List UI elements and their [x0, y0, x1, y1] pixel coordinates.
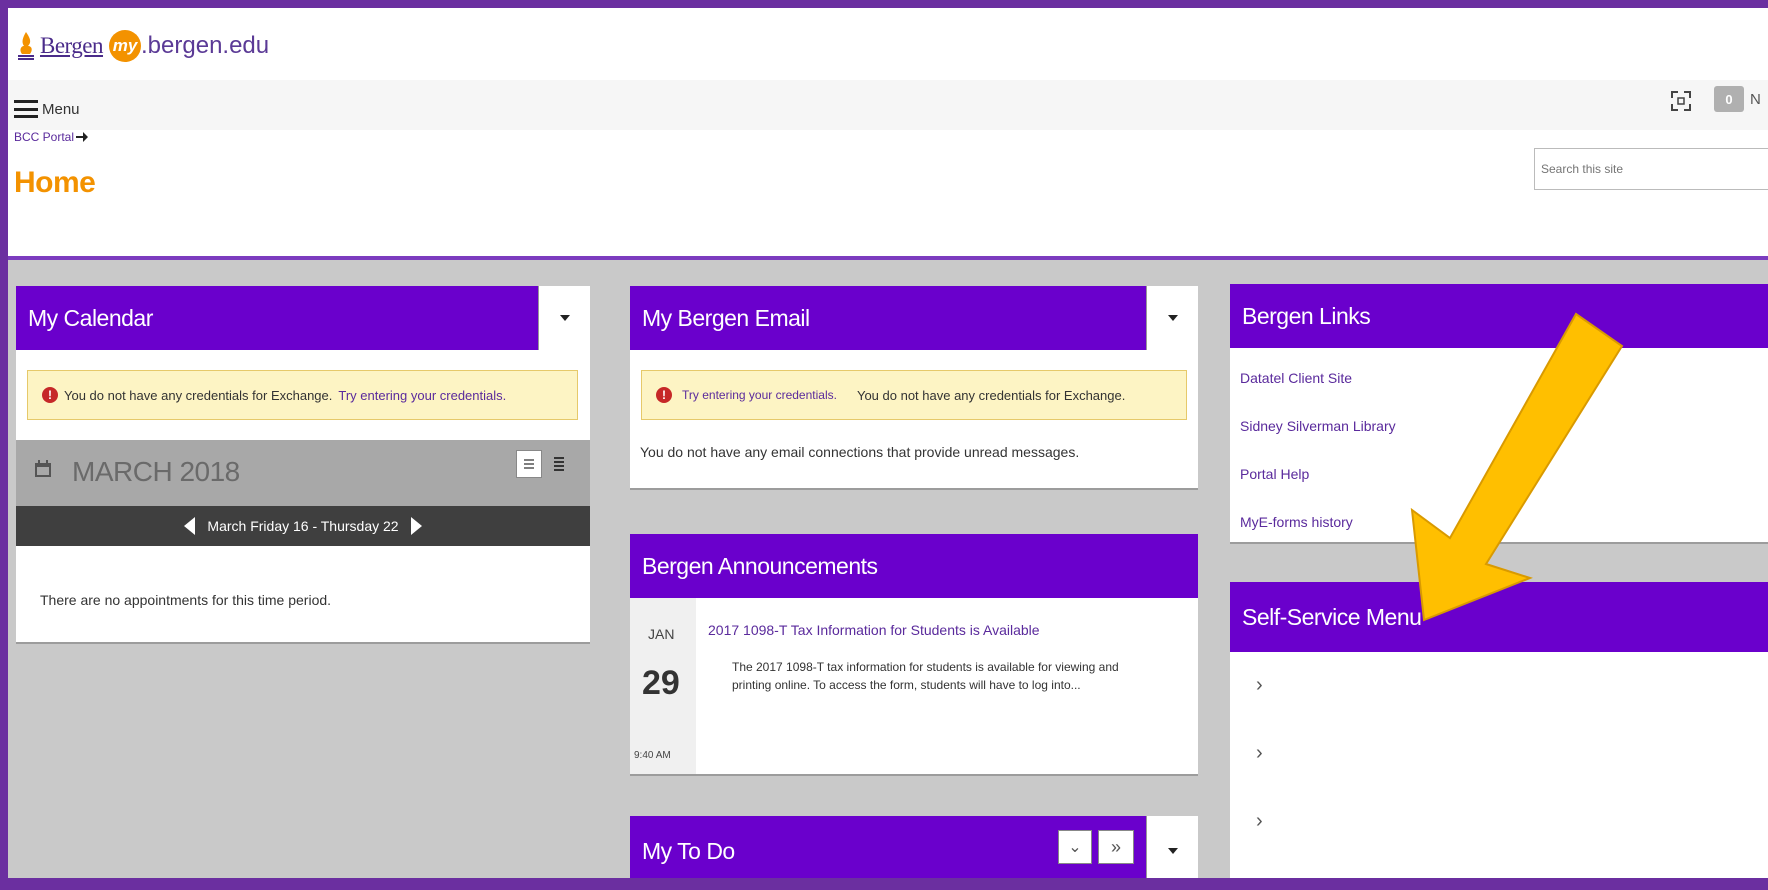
portal-frame: Bergen my .bergen.edu Menu BCC Portal Ho… — [8, 8, 1768, 878]
annotation-arrow — [1410, 312, 1624, 622]
